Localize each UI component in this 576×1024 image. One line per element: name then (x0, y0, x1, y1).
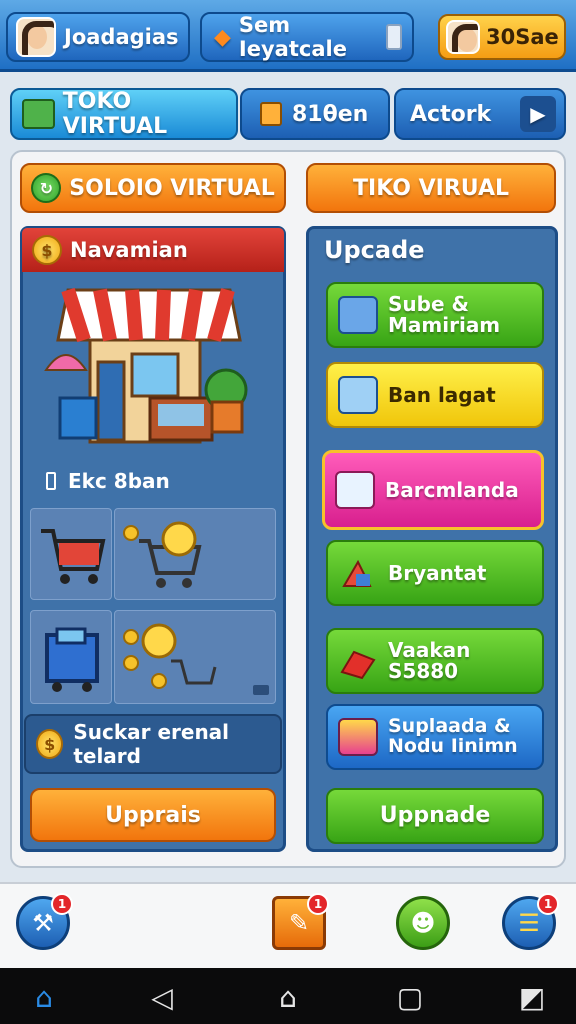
photo-icon (335, 471, 375, 509)
wrench-icon: ⚒ (32, 909, 54, 937)
upgrade-item-5[interactable]: Vaakan S5880 (326, 628, 544, 694)
avatar (16, 17, 56, 57)
back-icon[interactable]: ◁ (142, 980, 182, 1014)
item-label: Suplaada & Nodu Iinimn (388, 715, 518, 757)
refresh-icon: ↻ (31, 173, 62, 203)
package-icon (338, 718, 378, 756)
grid-cell-basket[interactable] (30, 610, 112, 704)
currency-display[interactable]: 30Sae (438, 14, 566, 60)
profile-button[interactable]: Joadagias (6, 12, 190, 62)
shop-header: $ Navamian (22, 228, 284, 272)
item-label: Sube & Mamiriam (388, 292, 501, 337)
nav-edit-button[interactable]: ✎ 1 (272, 893, 329, 950)
home-icon[interactable]: ⌂ (24, 980, 64, 1014)
item-label: Vaakan S5880 (388, 638, 471, 683)
tab-label: Actork (410, 101, 492, 127)
grid-cell-coins[interactable] (114, 508, 276, 600)
button-label: Upprais (105, 802, 201, 828)
item-label: Ban lagat (388, 382, 496, 407)
nav-tools-button[interactable]: ⚒ 1 (16, 893, 73, 950)
gift-icon (260, 102, 282, 126)
nav-chat-button[interactable]: ☻ (396, 896, 450, 950)
currency-avatar (446, 20, 480, 54)
tab-label: 81θen (292, 101, 369, 127)
store-illustration (44, 287, 248, 444)
chevron-right-icon[interactable]: ▶ (520, 96, 556, 132)
coin-cart-icon (123, 521, 202, 588)
upgrade-right-button[interactable]: Uppnade (326, 788, 544, 844)
item-label: Barcmlanda (385, 477, 519, 502)
section-header: Ekc 8ban (22, 458, 284, 504)
soloio-virtual-button[interactable]: ↻ SOLOIO VIRTUAL (20, 163, 286, 213)
chat-icon: ☻ (410, 909, 436, 937)
upgrade-item-3[interactable]: Barcmlanda (322, 450, 544, 530)
grid-cell-coins-2[interactable] (114, 610, 276, 704)
info-text: Suckar erenal telard (73, 720, 230, 768)
item-label: Bryantat (388, 560, 487, 585)
title-button[interactable]: ◆ Sem Ieyatcale (200, 12, 414, 62)
nav-list-button[interactable]: ☰ 1 (502, 893, 559, 950)
profile-name: Joadagias (64, 25, 179, 49)
card-icon (385, 24, 402, 50)
tab-toko-virtual[interactable]: TOKO VIRTUAL (10, 88, 238, 140)
list-icon: ☰ (518, 909, 540, 937)
signal-icon: ◩ (518, 980, 546, 1014)
tab-second[interactable]: 81θen (240, 88, 390, 140)
home-nav-icon[interactable]: ⌂ (268, 980, 308, 1014)
title-text: Sem Ieyatcale (238, 13, 347, 61)
gem-icon: ◆ (214, 24, 231, 50)
button-label: TIKO VIRUAL (353, 175, 509, 201)
info-row[interactable]: $ Suckar erenal telard (24, 714, 282, 774)
section-label: Ekc 8ban (68, 469, 170, 493)
notification-badge: 1 (307, 893, 329, 915)
upgrade-left-button[interactable]: Upprais (30, 788, 276, 842)
button-label: SOLOIO VIRTUAL (69, 175, 275, 201)
cart-icon (41, 529, 106, 584)
notification-badge: 1 (537, 893, 559, 915)
upgrade-item-1[interactable]: Sube & Mamiriam (326, 282, 544, 348)
eraser-icon (338, 642, 378, 680)
pencil-icon: ✎ (288, 909, 310, 937)
currency-value: 30Sae (486, 25, 559, 49)
box-icon (338, 296, 378, 334)
shelf-icon (338, 376, 378, 414)
upgrade-title: Upcade (324, 236, 425, 264)
upgrade-item-6[interactable]: Suplaada & Nodu Iinimn (326, 704, 544, 770)
store-icon (22, 99, 55, 129)
tab-label: TOKO VIRTUAL (62, 89, 168, 139)
coin-icon: $ (32, 235, 62, 265)
button-label: Uppnade (379, 803, 491, 829)
recents-icon[interactable]: ▢ (390, 980, 430, 1014)
tool-icon (338, 554, 378, 592)
coin-icon: $ (36, 729, 64, 759)
tab-actork[interactable]: Actork ▶ (394, 88, 566, 140)
upgrade-item-4[interactable]: Bryantat (326, 540, 544, 606)
notification-badge: 1 (51, 893, 73, 915)
tiko-virual-button[interactable]: TIKO VIRUAL (306, 163, 556, 213)
coins-icon (123, 623, 269, 695)
tag-icon (46, 472, 56, 490)
upgrade-item-2[interactable]: Ban lagat (326, 362, 544, 428)
basket-icon (45, 627, 99, 692)
grid-cell-cart[interactable] (30, 508, 112, 600)
shop-title: Navamian (70, 238, 188, 262)
